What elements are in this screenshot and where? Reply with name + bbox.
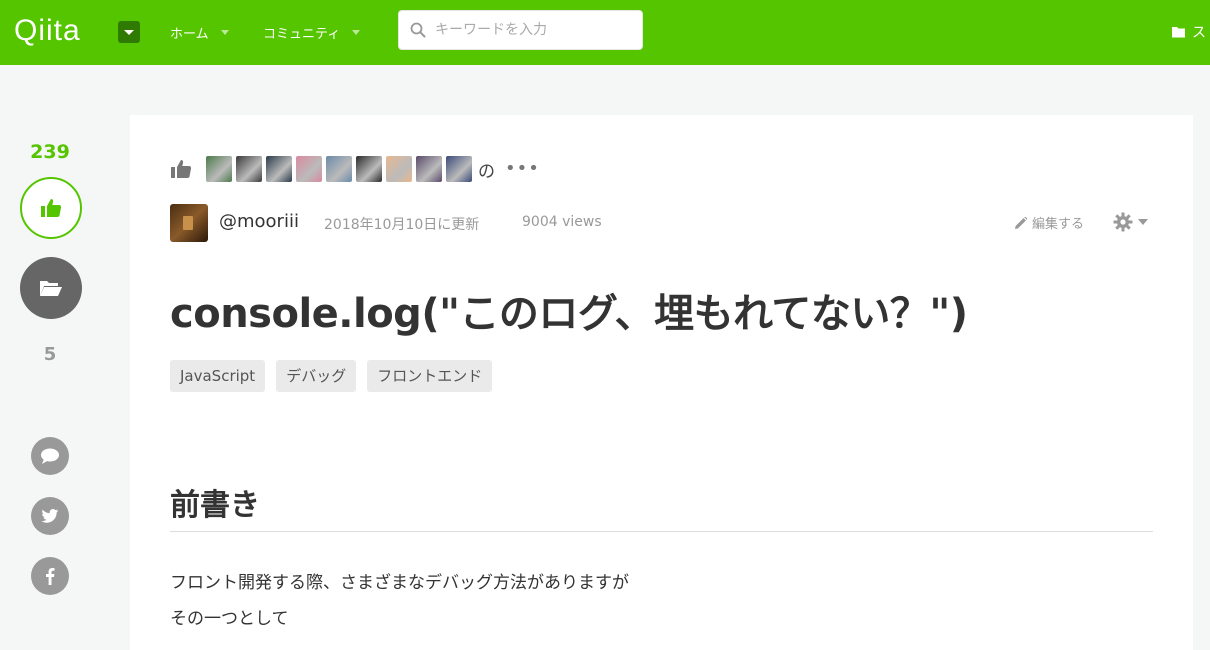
article-card: の ••• @mooriii 2018年10月10日に更新 9004 views…: [130, 115, 1193, 650]
twitter-share-button[interactable]: [31, 497, 69, 535]
top-header: Qiita ホーム コミュニティ ス: [0, 0, 1210, 65]
liker-avatar[interactable]: [356, 156, 382, 182]
tag-javascript[interactable]: JavaScript: [170, 360, 266, 392]
section-heading: 前書き: [170, 488, 260, 523]
pencil-icon: [1015, 216, 1027, 229]
like-count: 239: [30, 141, 70, 163]
facebook-share-button[interactable]: [31, 557, 69, 595]
article-title: console.log("このログ、埋もれてない？"): [170, 291, 968, 337]
comment-button[interactable]: [31, 437, 69, 475]
paragraph: その一つとして: [170, 609, 289, 629]
edit-button[interactable]: 編集する: [1015, 213, 1084, 232]
gear-icon: [1113, 212, 1133, 232]
liker-avatar[interactable]: [266, 156, 292, 182]
header-right-menu[interactable]: ス: [1172, 22, 1206, 42]
paragraph: フロント開発する際、さまざまなデバッグ方法がありますが: [170, 573, 629, 593]
search-box: [398, 10, 643, 50]
author-name[interactable]: @mooriii: [219, 211, 299, 232]
article-meta: @mooriii 2018年10月10日に更新 9004 views 編集する: [170, 204, 1160, 242]
speech-bubble-icon: [41, 448, 59, 464]
qiita-logo[interactable]: Qiita: [14, 14, 81, 48]
nav-community[interactable]: コミュニティ: [263, 23, 361, 42]
liker-avatar[interactable]: [416, 156, 442, 182]
logo-dropdown-button[interactable]: [118, 21, 140, 43]
liker-avatar[interactable]: [236, 156, 262, 182]
nav-home[interactable]: ホーム: [170, 23, 229, 42]
stock-button[interactable]: [20, 257, 82, 319]
nav-community-label: コミュニティ: [263, 27, 341, 42]
more-likers-button[interactable]: •••: [505, 160, 540, 178]
liker-avatar[interactable]: [296, 156, 322, 182]
like-button[interactable]: [20, 177, 82, 239]
avatar[interactable]: [170, 204, 208, 242]
nav-home-label: ホーム: [170, 27, 209, 42]
tag-frontend[interactable]: フロントエンド: [367, 360, 493, 392]
liker-avatar[interactable]: [386, 156, 412, 182]
folder-icon: [1172, 27, 1185, 38]
search-icon: [410, 22, 426, 38]
folder-open-icon: [40, 281, 62, 296]
comment-count: 5: [43, 344, 57, 365]
likers-suffix: の: [478, 161, 495, 182]
chevron-down-icon: [1138, 219, 1148, 225]
search-input[interactable]: [435, 11, 635, 49]
likers-row: の •••: [170, 156, 540, 182]
article-settings-button[interactable]: [1113, 212, 1148, 232]
tag-debug[interactable]: デバッグ: [276, 360, 357, 392]
edit-label: 編集する: [1032, 217, 1085, 232]
thumbs-up-icon: [171, 160, 192, 178]
divider: [170, 531, 1153, 532]
chevron-down-icon: [220, 30, 229, 35]
header-right-label: ス: [1192, 25, 1206, 41]
updated-date: 2018年10月10日に更新: [324, 217, 480, 233]
thumbs-up-icon: [41, 199, 62, 217]
view-count: 9004 views: [522, 214, 602, 230]
liker-avatar[interactable]: [446, 156, 472, 182]
liker-avatar[interactable]: [206, 156, 232, 182]
twitter-icon: [41, 508, 59, 523]
liker-avatar[interactable]: [326, 156, 352, 182]
tag-list: JavaScript デバッグ フロントエンド: [170, 360, 493, 392]
chevron-down-icon: [352, 30, 361, 35]
facebook-icon: [46, 568, 55, 585]
